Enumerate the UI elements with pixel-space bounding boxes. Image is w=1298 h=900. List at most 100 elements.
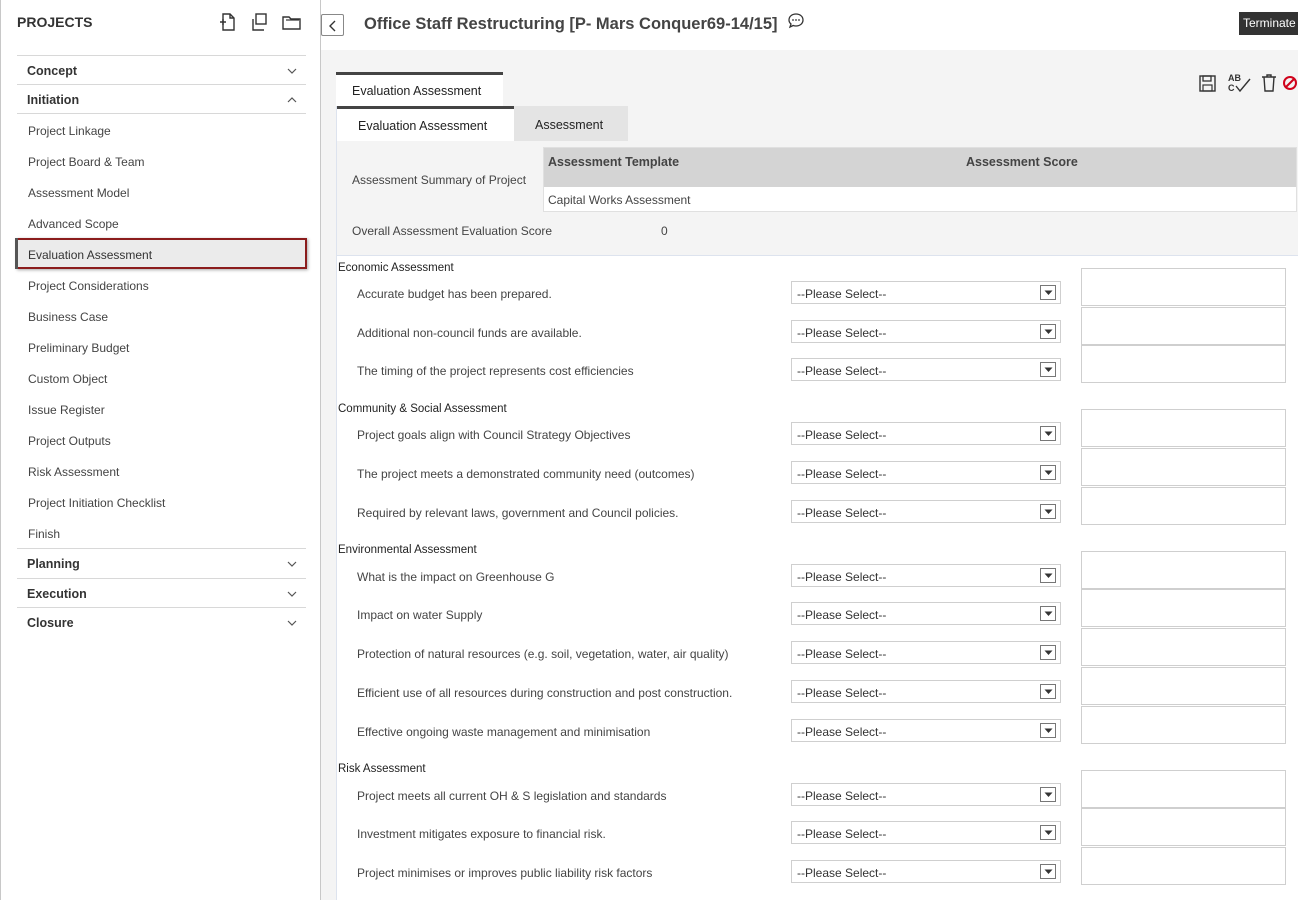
comment-icon[interactable]	[787, 12, 805, 30]
question-label: Effective ongoing waste management and m…	[357, 725, 651, 739]
rating-select[interactable]: --Please Select--	[791, 281, 1061, 304]
score-box[interactable]	[1081, 847, 1286, 885]
phase-initiation[interactable]: Initiation	[17, 84, 306, 113]
projects-sidebar: PROJECTS Concept Initiation Project Link…	[0, 0, 321, 900]
sidebar-item-label: Business Case	[28, 310, 109, 324]
tab-evaluation-assessment-inner[interactable]: Evaluation Assessment	[337, 106, 514, 141]
rating-select[interactable]: --Please Select--	[791, 860, 1061, 883]
dropdown-arrow-icon[interactable]	[1040, 645, 1056, 660]
question-label: Project minimises or improves public lia…	[357, 866, 653, 880]
section-title-economic: Economic Assessment	[338, 262, 454, 274]
phase-concept[interactable]: Concept	[17, 55, 306, 84]
sidebar-item-preliminary-budget[interactable]: Preliminary Budget	[17, 331, 306, 362]
dropdown-arrow-icon[interactable]	[1040, 684, 1056, 699]
column-header-template: Assessment Template	[548, 155, 680, 169]
sidebar-item-project-board-team[interactable]: Project Board & Team	[17, 145, 306, 176]
select-value: --Please Select--	[797, 827, 887, 841]
dropdown-arrow-icon[interactable]	[1040, 864, 1056, 879]
rating-select[interactable]: --Please Select--	[791, 320, 1061, 343]
dropdown-arrow-icon[interactable]	[1040, 362, 1056, 377]
tab-assessment[interactable]: Assessment	[514, 106, 628, 141]
select-value: --Please Select--	[797, 725, 887, 739]
tab-evaluation-assessment[interactable]: Evaluation Assessment	[336, 72, 503, 106]
score-box[interactable]	[1081, 307, 1286, 345]
terminate-button[interactable]: Terminate	[1239, 12, 1298, 35]
score-box[interactable]	[1081, 345, 1286, 383]
svg-text:C: C	[1228, 83, 1235, 93]
rating-select[interactable]: --Please Select--	[791, 783, 1061, 806]
sidebar-item-project-initiation-checklist[interactable]: Project Initiation Checklist	[17, 486, 306, 517]
phase-closure[interactable]: Closure	[17, 607, 306, 636]
phase-execution[interactable]: Execution	[17, 578, 306, 607]
sidebar-item-risk-assessment[interactable]: Risk Assessment	[17, 455, 306, 486]
chevron-up-icon	[287, 97, 297, 103]
rating-select[interactable]: --Please Select--	[791, 821, 1061, 844]
score-box[interactable]	[1081, 551, 1286, 589]
rating-select[interactable]: --Please Select--	[791, 422, 1061, 445]
rating-select[interactable]: --Please Select--	[791, 500, 1061, 523]
sidebar-item-business-case[interactable]: Business Case	[17, 300, 306, 331]
score-box[interactable]	[1081, 589, 1286, 627]
score-box[interactable]	[1081, 808, 1286, 846]
dropdown-arrow-icon[interactable]	[1040, 787, 1056, 802]
sidebar-item-evaluation-assessment[interactable]: Evaluation Assessment	[15, 238, 307, 269]
trash-icon[interactable]	[1259, 72, 1279, 94]
score-box[interactable]	[1081, 667, 1286, 705]
copy-icon[interactable]	[248, 11, 270, 33]
score-box[interactable]	[1081, 487, 1286, 525]
dropdown-arrow-icon[interactable]	[1040, 723, 1056, 738]
phase-planning[interactable]: Planning	[17, 549, 306, 578]
sidebar-item-label: Preliminary Budget	[28, 341, 130, 355]
dropdown-arrow-icon[interactable]	[1040, 324, 1056, 339]
question-label: Protection of natural resources (e.g. so…	[357, 647, 729, 661]
rating-select[interactable]: --Please Select--	[791, 602, 1061, 625]
save-icon[interactable]	[1198, 72, 1218, 94]
section-title-community: Community & Social Assessment	[338, 403, 507, 415]
question-label: The timing of the project represents cos…	[357, 364, 634, 378]
chevron-left-icon	[329, 20, 336, 32]
assessment-summary: Assessment Summary of Project Assessment…	[337, 141, 1298, 256]
rating-select[interactable]: --Please Select--	[791, 719, 1061, 742]
score-box[interactable]	[1081, 770, 1286, 808]
new-document-icon[interactable]	[217, 11, 239, 33]
rating-select[interactable]: --Please Select--	[791, 461, 1061, 484]
score-box[interactable]	[1081, 628, 1286, 666]
sidebar-item-custom-object[interactable]: Custom Object	[17, 362, 306, 393]
dropdown-arrow-icon[interactable]	[1040, 285, 1056, 300]
dropdown-arrow-icon[interactable]	[1040, 825, 1056, 840]
cancel-icon[interactable]	[1282, 72, 1298, 94]
collapse-sidebar-button[interactable]	[321, 14, 344, 36]
dropdown-arrow-icon[interactable]	[1040, 606, 1056, 621]
dropdown-arrow-icon[interactable]	[1040, 504, 1056, 519]
question-label: Project meets all current OH & S legisla…	[357, 789, 667, 803]
sidebar-item-project-considerations[interactable]: Project Considerations	[17, 269, 306, 300]
template-value: Capital Works Assessment	[548, 193, 691, 207]
rating-select[interactable]: --Please Select--	[791, 680, 1061, 703]
folder-icon[interactable]	[280, 11, 302, 33]
rating-select[interactable]: --Please Select--	[791, 641, 1061, 664]
phase-execution-label: Execution	[27, 587, 87, 601]
overall-score-label: Overall Assessment Evaluation Score	[352, 224, 553, 238]
score-box[interactable]	[1081, 448, 1286, 486]
dropdown-arrow-icon[interactable]	[1040, 568, 1056, 583]
score-box[interactable]	[1081, 706, 1286, 744]
score-box[interactable]	[1081, 268, 1286, 306]
sidebar-item-label: Advanced Scope	[28, 217, 119, 231]
score-box[interactable]	[1081, 409, 1286, 447]
sidebar-item-assessment-model[interactable]: Assessment Model	[17, 176, 306, 207]
dropdown-arrow-icon[interactable]	[1040, 426, 1056, 441]
spellcheck-icon[interactable]: ABC	[1227, 72, 1253, 94]
sidebar-item-advanced-scope[interactable]: Advanced Scope	[17, 207, 306, 238]
chevron-down-icon	[287, 561, 297, 567]
phase-closure-label: Closure	[27, 616, 74, 630]
sidebar-item-project-outputs[interactable]: Project Outputs	[17, 424, 306, 455]
dropdown-arrow-icon[interactable]	[1040, 465, 1056, 480]
sidebar-item-label: Finish	[28, 527, 61, 541]
sidebar-item-project-linkage[interactable]: Project Linkage	[17, 114, 306, 145]
chevron-down-icon	[287, 620, 297, 626]
rating-select[interactable]: --Please Select--	[791, 358, 1061, 381]
rating-select[interactable]: --Please Select--	[791, 564, 1061, 587]
sidebar-item-issue-register[interactable]: Issue Register	[17, 393, 306, 424]
sidebar-item-finish[interactable]: Finish	[17, 517, 306, 548]
summary-label: Assessment Summary of Project	[352, 173, 527, 187]
